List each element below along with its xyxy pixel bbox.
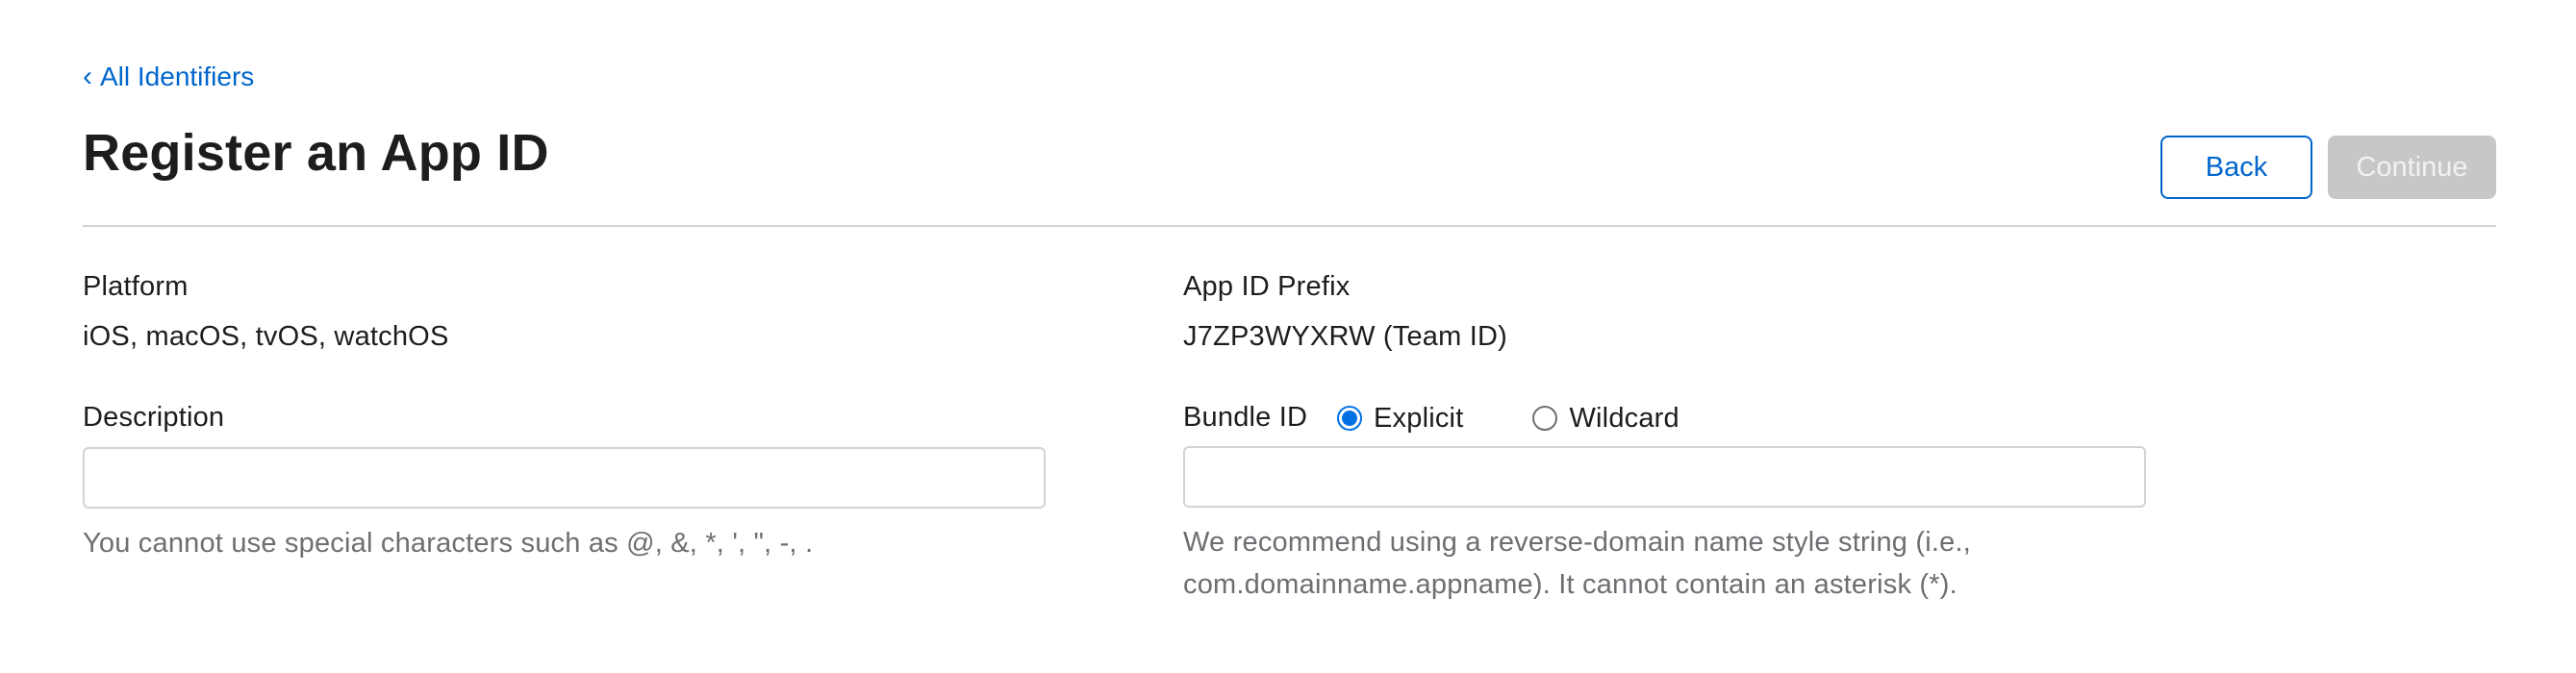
all-identifiers-link[interactable]: ‹ All Identifiers bbox=[83, 62, 254, 92]
explicit-radio-label: Explicit bbox=[1374, 402, 1464, 434]
back-button[interactable]: Back bbox=[2160, 136, 2312, 199]
explicit-radio-option[interactable]: Explicit bbox=[1337, 403, 1463, 435]
page-title: Register an App ID bbox=[83, 124, 549, 182]
description-label: Description bbox=[83, 402, 225, 433]
bundle-id-help-text-line2: com.domainname.appname). It cannot conta… bbox=[1183, 569, 1957, 600]
all-identifiers-link-label: All Identifiers bbox=[100, 62, 255, 91]
bundle-id-type-radio-group: Explicit Wildcard bbox=[1337, 399, 1679, 437]
wildcard-radio-label: Wildcard bbox=[1569, 402, 1679, 434]
wildcard-radio[interactable] bbox=[1532, 406, 1558, 431]
chevron-left-icon: ‹ bbox=[83, 61, 92, 92]
app-id-prefix-value: J7ZP3WYXRW (Team ID) bbox=[1183, 321, 1508, 352]
bundle-id-input[interactable] bbox=[1183, 446, 2146, 508]
radio-selected-dot bbox=[1342, 411, 1357, 426]
continue-button[interactable]: Continue bbox=[2328, 136, 2496, 199]
bundle-id-help-text-line1: We recommend using a reverse-domain name… bbox=[1183, 527, 1971, 558]
wildcard-radio-option[interactable]: Wildcard bbox=[1532, 403, 1679, 435]
explicit-radio[interactable] bbox=[1337, 406, 1362, 431]
register-app-id-page: ‹ All Identifiers Register an App ID Bac… bbox=[0, 0, 2576, 673]
header-divider bbox=[83, 225, 2496, 227]
platform-value: iOS, macOS, tvOS, watchOS bbox=[83, 321, 449, 352]
app-id-prefix-label: App ID Prefix bbox=[1183, 271, 1351, 302]
description-help-text: You cannot use special characters such a… bbox=[83, 528, 814, 559]
description-input[interactable] bbox=[83, 447, 1046, 509]
bundle-id-label: Bundle ID bbox=[1183, 402, 1308, 433]
platform-label: Platform bbox=[83, 271, 189, 302]
